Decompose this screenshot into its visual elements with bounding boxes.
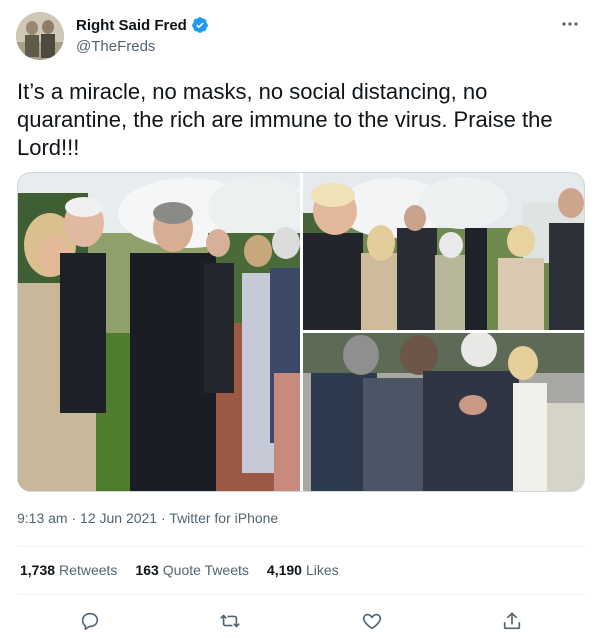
retweet-icon[interactable] <box>215 606 245 636</box>
likes-label: Likes <box>305 562 339 578</box>
quote-tweets-stat[interactable]: 163 Quote Tweets <box>135 562 249 578</box>
action-bar <box>17 606 585 636</box>
retweets-label: Retweets <box>59 562 118 578</box>
quote-tweets-label: Quote Tweets <box>162 562 249 578</box>
author-handle[interactable]: @TheFreds <box>76 38 155 55</box>
likes-stat[interactable]: 4,190 Likes <box>267 562 339 578</box>
like-icon[interactable] <box>357 606 387 636</box>
tweet-timestamp[interactable]: 9:13 am · 12 Jun 2021 · Twitter for iPho… <box>17 510 278 526</box>
verified-badge-icon <box>191 16 209 34</box>
more-icon[interactable] <box>560 14 580 34</box>
tweet: Right Said Fred @TheFreds It’s a miracle… <box>0 0 598 644</box>
avatar[interactable] <box>16 12 64 60</box>
reply-icon[interactable] <box>75 606 105 636</box>
author-name[interactable]: Right Said Fred <box>76 17 187 34</box>
photo-2[interactable] <box>303 173 584 330</box>
share-icon[interactable] <box>497 606 527 636</box>
quote-tweets-count: 163 <box>135 562 159 578</box>
author-name-row[interactable]: Right Said Fred <box>76 16 209 34</box>
divider <box>17 594 585 595</box>
retweets-count: 1,738 <box>20 562 56 578</box>
photo-1[interactable] <box>18 173 300 491</box>
likes-count: 4,190 <box>266 562 302 578</box>
media-grid <box>17 172 585 492</box>
tweet-stats: 1,738 Retweets 163 Quote Tweets 4,190 Likes <box>20 562 339 578</box>
retweets-stat[interactable]: 1,738 Retweets <box>20 562 117 578</box>
photo-3[interactable] <box>303 333 584 491</box>
divider <box>17 546 585 547</box>
tweet-text: It’s a miracle, no masks, no social dist… <box>17 79 553 160</box>
